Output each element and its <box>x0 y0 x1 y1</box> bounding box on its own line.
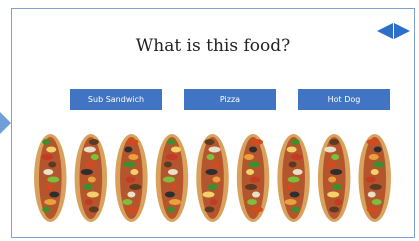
hot-dog-9 <box>358 134 391 222</box>
hot-dog-3 <box>115 134 148 222</box>
answer-options: Sub Sandwich Pizza Hot Dog <box>70 89 390 110</box>
answer-hot-dog-button[interactable]: Hot Dog <box>298 89 390 110</box>
hot-dog-6 <box>236 134 270 222</box>
hot-dogs-image <box>34 134 391 222</box>
answer-sub-sandwich-button[interactable]: Sub Sandwich <box>70 89 162 110</box>
hot-dog-8 <box>317 134 351 222</box>
question-title: What is this food? <box>135 36 291 56</box>
hot-dog-4 <box>155 134 189 222</box>
previous-slide-tab-icon[interactable] <box>0 112 11 134</box>
hot-dog-5 <box>196 134 229 222</box>
hot-dog-7 <box>277 134 310 222</box>
answer-pizza-button[interactable]: Pizza <box>184 89 276 110</box>
hot-dog-1 <box>34 134 67 222</box>
hot-dog-2 <box>74 134 108 222</box>
